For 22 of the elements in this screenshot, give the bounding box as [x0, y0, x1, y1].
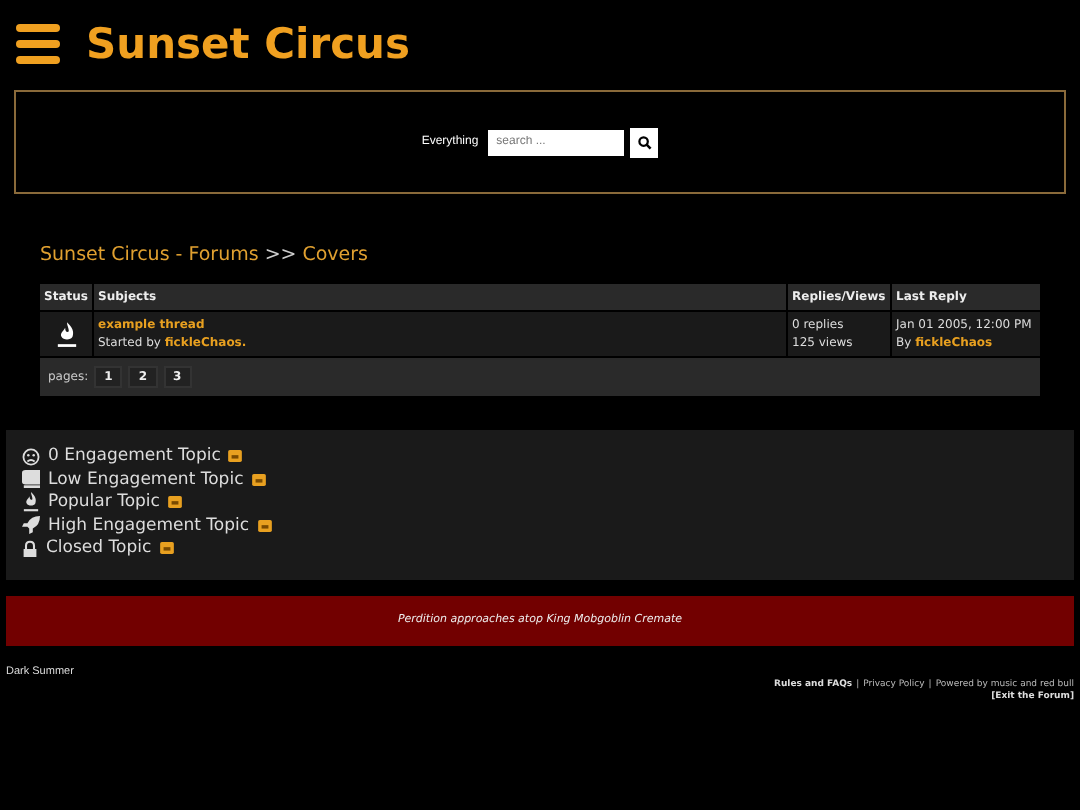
breadcrumb-separator: >>: [264, 244, 297, 266]
flame-icon: [22, 492, 40, 513]
site-title[interactable]: Sunset Circus: [86, 20, 410, 68]
lock-icon: [22, 539, 38, 558]
legend-label: High Engagement Topic: [48, 515, 250, 536]
tag-icon: [228, 450, 243, 463]
tag-icon: [159, 542, 174, 555]
legend-label: Low Engagement Topic: [48, 469, 244, 490]
legend-label: Closed Topic: [46, 538, 152, 559]
tag-icon: [167, 496, 182, 509]
search-icon: [637, 135, 652, 149]
tag-icon: [257, 519, 272, 532]
breadcrumb-link[interactable]: Sunset Circus - Forums: [40, 244, 259, 266]
tag-icon: [251, 473, 266, 486]
search-button[interactable]: [630, 127, 659, 157]
menu-icon[interactable]: [16, 24, 60, 64]
rocket-icon: [22, 516, 40, 535]
frown-icon: [22, 447, 40, 466]
legend-label: Popular Topic: [48, 492, 160, 513]
breadcrumb-link[interactable]: Covers: [302, 244, 369, 266]
flame-icon: [55, 321, 77, 347]
legend-label: 0 Engagement Topic: [48, 446, 221, 467]
